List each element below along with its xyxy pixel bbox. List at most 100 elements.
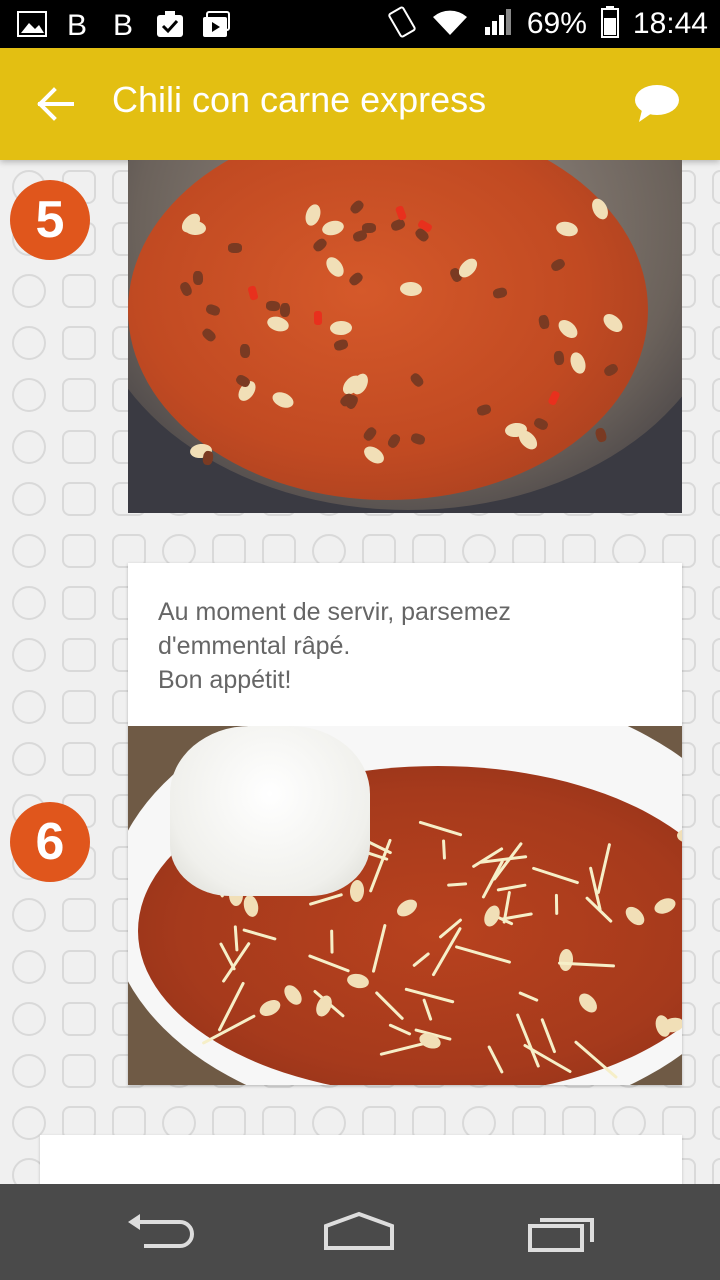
stew-texture [239,343,250,358]
plate-texture [676,828,682,845]
stew-texture [200,326,218,344]
status-bar: B B 69% 18:44 [0,0,720,48]
b-notification-icon: B [108,8,140,40]
doodle-icon [62,1002,96,1036]
signal-icon [483,7,513,41]
step-number-badge: 5 [10,180,90,260]
stew-texture [361,443,388,468]
doodle-icon [712,326,720,360]
battery-icon [600,6,619,42]
doodle-icon [712,638,720,672]
doodle-icon [12,898,46,932]
stew-texture [410,432,427,446]
vibrate-icon [387,5,417,43]
plate-texture [329,929,334,954]
svg-text:B: B [113,9,133,40]
plate-texture [496,882,527,892]
stew-texture [323,253,348,280]
doodle-icon [62,430,96,464]
doodle-icon [712,586,720,620]
doodle-icon [712,222,720,256]
doodle-icon [62,950,96,984]
plate-texture [557,948,574,972]
plate-texture [202,1014,257,1045]
doodle-icon [12,378,46,412]
stew-texture [532,416,549,432]
battery-percent: 69% [526,7,587,40]
home-nav-icon[interactable] [324,1208,394,1256]
plate-texture [233,925,239,952]
stew-texture [302,202,323,228]
doodle-icon [712,482,720,516]
doodle-icon [62,1054,96,1088]
plate-texture [418,820,463,837]
stew-texture [408,371,426,389]
doodle-icon [62,378,96,412]
stew-texture [399,281,423,297]
step-5-photo[interactable] [128,160,682,513]
stew-texture [568,350,589,376]
step-card: Au moment de servir, parsemez d'emmental… [128,563,682,1085]
clock: 18:44 [632,7,708,40]
doodle-icon [62,638,96,672]
plate-texture [307,953,351,973]
doodle-icon [12,690,46,724]
doodle-icon [712,378,720,412]
doodle-icon [712,1002,720,1036]
doodle-icon [62,534,96,568]
plate-texture [431,926,462,977]
doodle-icon [62,274,96,308]
back-nav-icon[interactable] [124,1208,194,1256]
step-number-badge: 6 [10,802,90,882]
doodle-icon [712,794,720,828]
doodle-icon [62,326,96,360]
doodle-icon [12,482,46,516]
doodle-icon [12,534,46,568]
plate-texture [492,842,523,882]
stew-texture [546,390,561,407]
stew-texture [389,218,407,233]
navigation-bar [0,1184,720,1280]
stew-texture [553,350,565,366]
plate-texture [374,990,404,1020]
doodle-icon [712,898,720,932]
stew-texture [537,314,551,331]
wifi-icon [431,7,469,41]
doodle-icon [12,586,46,620]
doodle-icon [712,170,720,204]
plate-texture [447,882,468,887]
recent-apps-icon[interactable] [526,1208,596,1256]
doodle-icon [712,430,720,464]
stew-texture [330,321,353,336]
back-arrow-icon[interactable] [36,84,76,124]
svg-text:B: B [67,9,87,40]
stew-texture [247,285,260,302]
plate-texture [487,1044,505,1074]
plate-texture [554,893,559,915]
doodle-icon [62,898,96,932]
doodle-icon [62,742,96,776]
plate-texture [517,991,538,1002]
stew-texture [332,338,350,353]
media-play-icon [200,8,232,40]
stew-texture [347,270,365,288]
doodle-icon [12,950,46,984]
plate-texture [575,989,601,1016]
page-title: Chili con carne express [112,79,487,120]
plate-texture [412,951,430,968]
stew-texture [362,425,379,444]
doodle-icon [712,274,720,308]
plate-texture [345,971,370,990]
step-6-photo[interactable] [128,726,682,1085]
doodle-icon [12,326,46,360]
stew-texture [311,236,329,254]
plate-texture [596,842,611,894]
comment-icon[interactable] [634,84,680,124]
plate-texture [242,893,261,919]
plate-texture [441,839,446,860]
plate-texture [522,1043,572,1074]
stew-texture [476,402,493,417]
plate-texture [421,998,433,1021]
app-bar: Chili con carne express [0,48,720,160]
stew-texture [192,270,204,285]
